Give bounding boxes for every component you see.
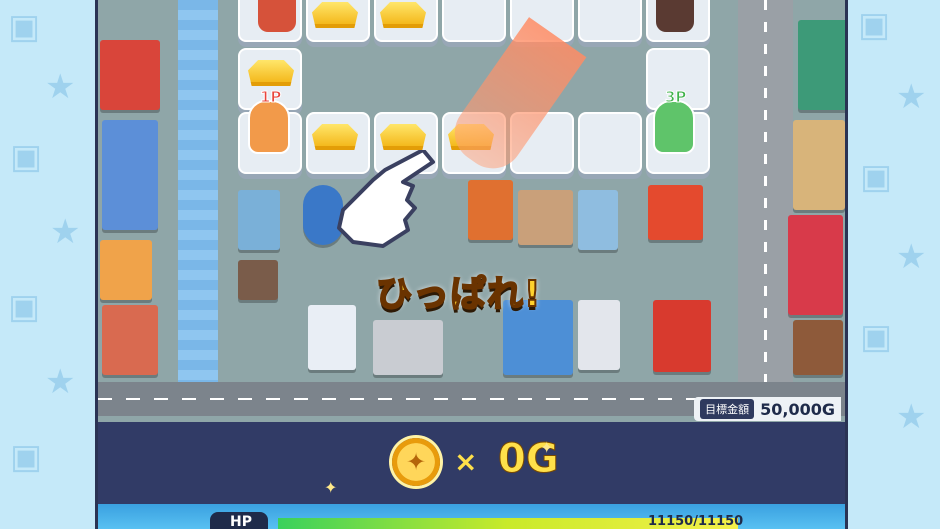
dice-icon: ▣ [8,7,41,47]
player-3-tag: 3P [664,88,687,107]
dice-icon: ▣ [10,437,43,477]
pointer-hand-icon [337,150,435,248]
star-icon: ★ [896,397,927,437]
gold-bar-icon [312,2,358,28]
star-icon: ★ [896,237,927,277]
dice-icon: ▣ [8,287,41,327]
game-board-viewport[interactable]: 1P 3P ひっぱれ! 目標金額 50,000G ✦ × 0G ✦ ✦ HP 1… [95,0,848,529]
dice-icon: ▣ [860,157,893,197]
right-pattern: ▣ ★ ▣ ★ ▣ ★ [848,0,940,529]
hp-bar: HP 11150/11150 [98,504,845,529]
goal-label: 目標金額 [700,399,755,419]
building [102,120,158,230]
building [578,300,620,370]
goal-amount: 目標金額 50,000G [694,397,841,421]
building [798,20,845,110]
player-piece-top[interactable] [248,0,306,36]
building [468,180,513,240]
building [100,40,160,110]
pull-prompt-text: ひっぱれ! [375,273,542,316]
star-icon: ★ [45,362,76,402]
building [373,320,443,375]
player-sprite [656,0,694,32]
sparkle-icon: ✦ [324,478,338,497]
player-piece-top-right[interactable] [646,0,704,36]
player-sprite [258,0,296,32]
gold-bar-icon [312,124,358,150]
river [178,0,218,385]
gold-bar-icon [380,124,426,150]
player-3-sprite [653,100,695,154]
player-3-piece[interactable]: 3P [643,88,701,154]
building [653,300,711,372]
building [793,120,845,210]
player-1-piece[interactable]: 1P [238,88,296,154]
building [518,190,573,245]
building [102,305,158,375]
dice-icon: ▣ [858,5,891,45]
left-pattern: ▣ ★ ▣ ★ ▣ ★ ▣ [0,0,95,529]
dice-icon: ▣ [10,137,43,177]
building [578,190,618,250]
hp-label: HP [210,512,268,529]
star-icon: ★ [896,77,927,117]
building [793,320,843,375]
star-icon: ★ [45,67,76,107]
dice-icon: ▣ [860,317,893,357]
multiplier-sign: × [454,445,478,478]
board-tile[interactable] [578,0,642,42]
helipad-building [308,305,356,370]
player-1-tag: 1P [259,88,282,107]
coin-icon: ✦ [392,438,440,486]
gold-bar-icon [248,60,294,86]
hp-value: 11150/11150 [648,514,744,529]
gold-bar-icon [380,2,426,28]
building [238,190,280,250]
building [788,215,843,315]
sparkle-icon: ✦ [540,438,554,457]
building [648,185,703,240]
player-1-sprite [248,100,290,154]
building [238,260,278,300]
board-tile[interactable] [578,112,642,174]
building [100,240,152,300]
board-tile[interactable] [442,0,506,42]
star-icon: ★ [50,212,81,252]
goal-value: 50,000G [760,399,835,419]
vertical-road [738,0,793,395]
